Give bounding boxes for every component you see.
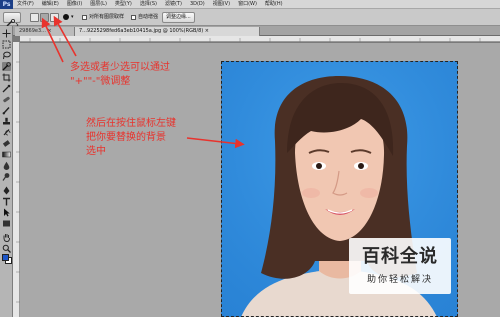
shape-icon[interactable] [2, 219, 11, 228]
hand-icon[interactable] [2, 233, 11, 242]
move-icon[interactable] [2, 29, 11, 38]
menu-type[interactable]: 类型(Y) [111, 0, 136, 9]
crop-icon[interactable] [2, 73, 11, 82]
marquee-icon[interactable] [2, 40, 11, 49]
menu-image[interactable]: 图像(I) [63, 0, 86, 9]
gradient-icon[interactable] [2, 150, 11, 159]
watermark-title: 百科全说 [362, 246, 438, 267]
annotation-text: 选中 [86, 146, 106, 157]
lasso-icon[interactable] [2, 51, 11, 60]
brush-icon[interactable] [2, 106, 11, 115]
document-tab[interactable]: 29869e3... × [15, 27, 75, 36]
pen-icon[interactable] [2, 186, 11, 195]
annotation-text: 把你要替换的背景 [86, 132, 166, 143]
blur-icon[interactable] [2, 161, 11, 170]
menu-bar: Ps 文件(F) 编辑(E) 图像(I) 图层(L) 类型(Y) 选择(S) 滤… [0, 0, 500, 9]
menu-layer[interactable]: 图层(L) [86, 0, 111, 9]
auto-enhance-label: 自动增强 [138, 14, 159, 20]
annotation-text: 然后在按住鼠标左键 [86, 118, 176, 129]
zoom-icon[interactable] [2, 244, 11, 253]
menu-help[interactable]: 帮助(H) [261, 0, 287, 9]
tools-panel [0, 26, 13, 317]
menu-filter[interactable]: 滤镜(T) [161, 0, 186, 9]
menu-3d[interactable]: 3D(D) [186, 0, 209, 9]
subtract-from-selection-icon[interactable] [50, 13, 59, 22]
horizontal-ruler [20, 36, 500, 42]
ruler-ticks [29, 38, 481, 42]
document-tab-active[interactable]: 7...9225298fed6a3eb10415a.jpg @ 100%(RGB… [75, 27, 260, 36]
menu-edit[interactable]: 编辑(E) [38, 0, 63, 9]
menu-window[interactable]: 窗口(W) [234, 0, 261, 9]
document-tab-bar: 29869e3... × 7...9225298fed6a3eb10415a.j… [13, 26, 500, 36]
new-selection-icon[interactable] [30, 13, 39, 22]
eraser-icon[interactable] [2, 139, 11, 148]
ruler-ticks [16, 61, 20, 303]
history-brush-icon[interactable] [2, 128, 11, 137]
foreground-color-swatch[interactable] [2, 254, 9, 261]
sample-all-checkbox[interactable] [82, 15, 87, 20]
quick-selection-icon[interactable] [2, 62, 11, 71]
eyedropper-icon[interactable] [2, 84, 11, 93]
add-to-selection-icon[interactable] [40, 13, 49, 22]
path-selection-icon[interactable] [2, 208, 11, 217]
watermark-subtitle: 助你轻松解决 [366, 275, 433, 285]
annotation-text: 多选或者少选可以通过 [70, 62, 170, 73]
menu-select[interactable]: 选择(S) [136, 0, 161, 9]
vertical-ruler [13, 42, 20, 317]
menu-view[interactable]: 视图(V) [209, 0, 234, 9]
watermark: 百科全说 助你轻松解决 [349, 238, 451, 294]
auto-enhance-checkbox[interactable] [131, 15, 136, 20]
sample-all-label: 对所有图层取样 [89, 14, 125, 20]
refine-edge-button[interactable]: 调整边缘... [162, 12, 195, 23]
clone-stamp-icon[interactable] [2, 117, 11, 126]
dodge-icon[interactable] [2, 172, 11, 181]
tool-preset-picker[interactable] [3, 12, 21, 28]
brush-picker-arrow-icon[interactable]: ▾ [71, 13, 74, 22]
menu-file[interactable]: 文件(F) [13, 0, 38, 9]
brush-size-dot[interactable] [63, 14, 69, 20]
annotation-text: "+""-"微调整 [70, 76, 131, 87]
photoshop-logo: Ps [0, 0, 13, 9]
options-bar: ▾ 对所有图层取样 自动增强 调整边缘... [0, 9, 500, 28]
type-icon[interactable] [2, 197, 11, 206]
healing-brush-icon[interactable] [2, 95, 11, 104]
